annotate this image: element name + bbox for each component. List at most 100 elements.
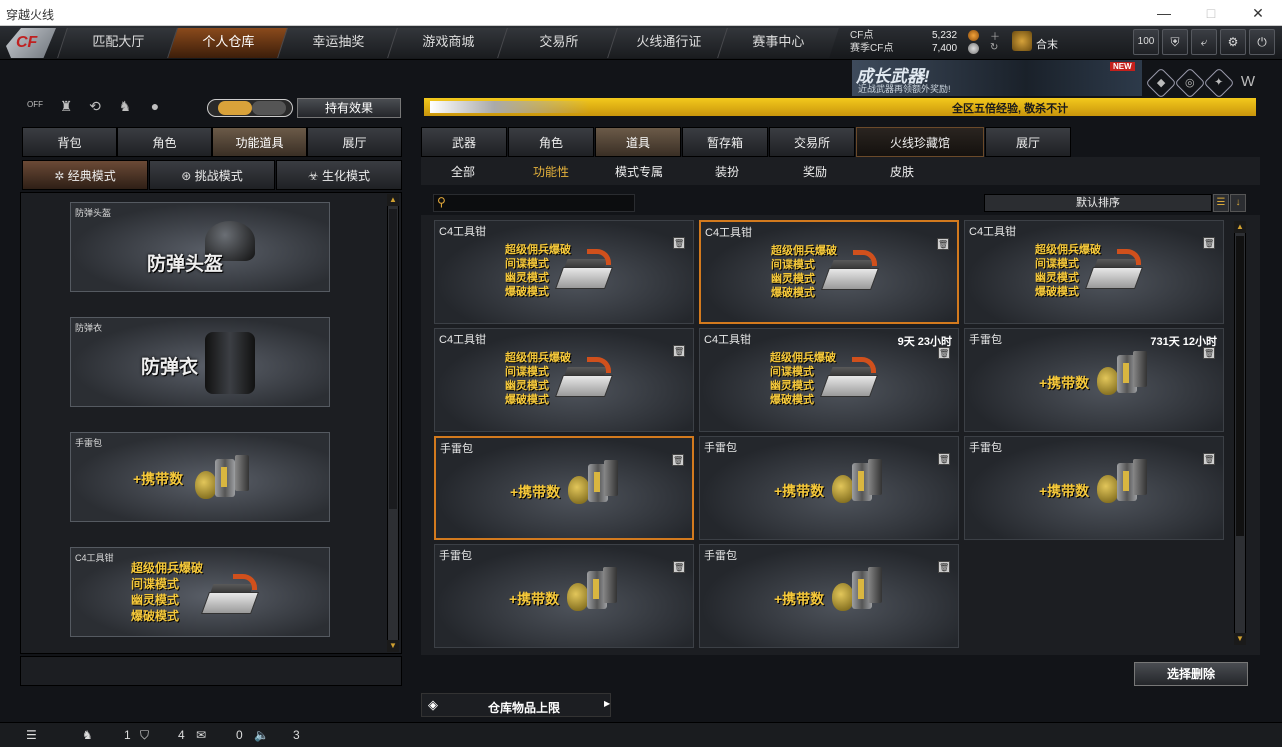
wing-event-icon[interactable]: W — [1237, 72, 1259, 94]
character-icon[interactable]: ♞ — [114, 98, 136, 118]
category-0[interactable]: 全部 — [451, 163, 475, 180]
trash-icon[interactable]: 🗑 — [1203, 453, 1215, 465]
team-icon[interactable]: ♜ — [55, 98, 77, 118]
mode-tab-1[interactable]: ⊛ 挑战模式 — [149, 160, 275, 190]
scroll-down-icon[interactable]: ▼ — [1234, 633, 1246, 645]
item-card[interactable]: 手雷包 🗑 +携带数 — [699, 436, 959, 540]
left-item-vest[interactable]: 防弹衣 防弹衣 — [70, 317, 330, 407]
scroll-up-icon[interactable]: ▲ — [387, 194, 399, 206]
chat-icon[interactable]: ✉ — [196, 728, 206, 742]
status-bar: ☰ ♞ 1 ⛉ 4 ✉ 0 🔈 3 — [0, 722, 1282, 747]
item-card[interactable]: C4工具钳 🗑 超级佣兵爆破 间谍模式 幽灵模式 爆破模式 — [699, 220, 959, 324]
nav-tab-2[interactable]: 幸运抽奖 — [277, 28, 399, 58]
category-4[interactable]: 奖励 — [803, 163, 827, 180]
trash-icon[interactable]: 🗑 — [1203, 237, 1215, 249]
clan-icon[interactable]: ⛉ — [140, 728, 149, 743]
trash-icon[interactable]: 🗑 — [937, 238, 949, 250]
item-card[interactable]: C4工具钳 🗑 超级佣兵爆破 间谍模式 幽灵模式 爆破模式 — [964, 220, 1224, 324]
right-tab-5[interactable]: 火线珍藏馆 — [856, 127, 984, 157]
grenade-icon[interactable]: ● — [144, 98, 166, 118]
left-tab-0[interactable]: 背包 — [22, 127, 117, 157]
mode-tab-2[interactable]: ☣ 生化模式 — [276, 160, 402, 190]
right-tab-0[interactable]: 武器 — [421, 127, 507, 157]
shield-event-icon[interactable]: ◆ — [1145, 67, 1177, 99]
sort-dropdown[interactable]: 默认排序 — [984, 194, 1212, 212]
right-scrollbar[interactable]: ▲ ▼ — [1234, 221, 1246, 645]
vest-label: 防弹衣 — [141, 357, 199, 378]
growth-weapon-banner[interactable]: 成长武器! 近战武器再领额外奖励! NEW — [852, 60, 1142, 96]
right-tab-4[interactable]: 交易所 — [769, 127, 855, 157]
scroll-thumb[interactable] — [1236, 236, 1244, 536]
rank-badge-icon[interactable] — [1012, 31, 1032, 51]
left-item-helmet[interactable]: 防弹头盔 防弹头盔 — [70, 202, 330, 292]
nav-tab-4[interactable]: 交易所 — [497, 28, 619, 58]
left-tab-1[interactable]: 角色 — [117, 127, 212, 157]
trash-icon[interactable]: 🗑 — [938, 347, 950, 359]
minimize-button[interactable]: — — [1141, 0, 1187, 26]
right-tab-1[interactable]: 角色 — [508, 127, 594, 157]
target-event-icon[interactable]: ◎ — [1174, 67, 1206, 99]
shield-icon[interactable]: ⛨ — [1162, 29, 1188, 55]
item-card[interactable]: 手雷包 731天 12小时 🗑 +携带数 — [964, 328, 1224, 432]
maximize-button[interactable]: □ — [1188, 0, 1234, 26]
nav-tab-0[interactable]: 匹配大厅 — [57, 28, 179, 58]
list-view-icon[interactable]: ☰ — [1213, 194, 1229, 212]
item-card[interactable]: C4工具钳 🗑 超级佣兵爆破 间谍模式 幽灵模式 爆破模式 — [434, 328, 694, 432]
friends-icon[interactable]: ♞ — [82, 728, 93, 742]
right-tab-2[interactable]: 道具 — [595, 127, 681, 157]
refresh-currency-icon[interactable]: ↻ — [990, 42, 998, 53]
item-card[interactable]: 手雷包 🗑 +携带数 — [434, 436, 694, 540]
sort-direction-icon[interactable]: ↓ — [1230, 194, 1246, 212]
right-tab-3[interactable]: 暂存箱 — [682, 127, 768, 157]
nav-tab-1[interactable]: 个人仓库 — [167, 28, 289, 58]
select-delete-button[interactable]: 选择删除 — [1134, 662, 1248, 686]
settings-gear-icon[interactable]: ⚙ — [1220, 29, 1246, 55]
trash-icon[interactable]: 🗑 — [673, 345, 685, 357]
nav-tab-3[interactable]: 游戏商城 — [387, 28, 509, 58]
category-5[interactable]: 皮肤 — [890, 163, 914, 180]
scroll-up-icon[interactable]: ▲ — [1234, 221, 1246, 233]
power-icon[interactable]: ⏻ — [1249, 29, 1275, 55]
left-scrollbar[interactable]: ▲ ▼ — [387, 194, 399, 652]
left-tab-3[interactable]: 展厅 — [307, 127, 402, 157]
trash-icon[interactable]: 🗑 — [938, 561, 950, 573]
storage-limit-bar[interactable]: ◈ 仓库物品上限 ▶ — [421, 693, 611, 717]
return-icon[interactable]: ⤶ — [1191, 29, 1217, 55]
scroll-down-icon[interactable]: ▼ — [387, 640, 399, 652]
view-toggle[interactable] — [207, 99, 293, 117]
item-card[interactable]: C4工具钳 🗑 超级佣兵爆破 间谍模式 幽灵模式 爆破模式 — [434, 220, 694, 324]
grenade-image — [1097, 367, 1119, 395]
off-toggle-icon[interactable]: OFF — [24, 101, 46, 121]
trash-icon[interactable]: 🗑 — [673, 561, 685, 573]
left-item-grenade-pack[interactable]: 手雷包 +携带数 — [70, 432, 330, 522]
right-tab-6[interactable]: 展厅 — [985, 127, 1071, 157]
trash-icon[interactable]: 🗑 — [672, 454, 684, 466]
hammer-event-icon[interactable]: ✦ — [1203, 67, 1235, 99]
category-2[interactable]: 模式专属 — [615, 163, 663, 180]
holding-effect-button[interactable]: 持有效果 — [297, 98, 401, 118]
sound-icon[interactable]: 🔈 — [254, 728, 269, 742]
trash-icon[interactable]: 🗑 — [673, 237, 685, 249]
item-card[interactable]: C4工具钳 9天 23小时 🗑 超级佣兵爆破 间谍模式 幽灵模式 爆破模式 — [699, 328, 959, 432]
mode-tab-0[interactable]: ✲ 经典模式 — [22, 160, 148, 190]
add-currency-icon[interactable]: ＋ — [990, 28, 1000, 43]
close-button[interactable]: ✕ — [1235, 0, 1281, 26]
expand-arrow-icon: ▶ — [604, 699, 611, 708]
item-card[interactable]: 手雷包 🗑 +携带数 — [434, 544, 694, 648]
trash-icon[interactable]: 🗑 — [1203, 347, 1215, 359]
left-tab-2[interactable]: 功能道具 — [212, 127, 307, 157]
username: 合末 — [1036, 39, 1058, 51]
item-card[interactable]: 手雷包 🗑 +携带数 — [699, 544, 959, 648]
category-3[interactable]: 装扮 — [715, 163, 739, 180]
category-1[interactable]: 功能性 — [533, 163, 569, 180]
nav-tab-5[interactable]: 火线通行证 — [607, 28, 729, 58]
nav-tab-6[interactable]: 赛事中心 — [717, 28, 839, 58]
menu-icon[interactable]: ☰ — [26, 728, 37, 742]
search-input[interactable]: ⚲ — [433, 194, 635, 212]
left-item-c4-pliers[interactable]: C4工具钳 超级佣兵爆破 间谍模式 幽灵模式 爆破模式 — [70, 547, 330, 637]
level-badge[interactable]: 100 — [1133, 29, 1159, 55]
trash-icon[interactable]: 🗑 — [938, 453, 950, 465]
item-card[interactable]: 手雷包 🗑 +携带数 — [964, 436, 1224, 540]
history-icon[interactable]: ⟲ — [84, 98, 106, 118]
scroll-thumb[interactable] — [389, 209, 397, 509]
